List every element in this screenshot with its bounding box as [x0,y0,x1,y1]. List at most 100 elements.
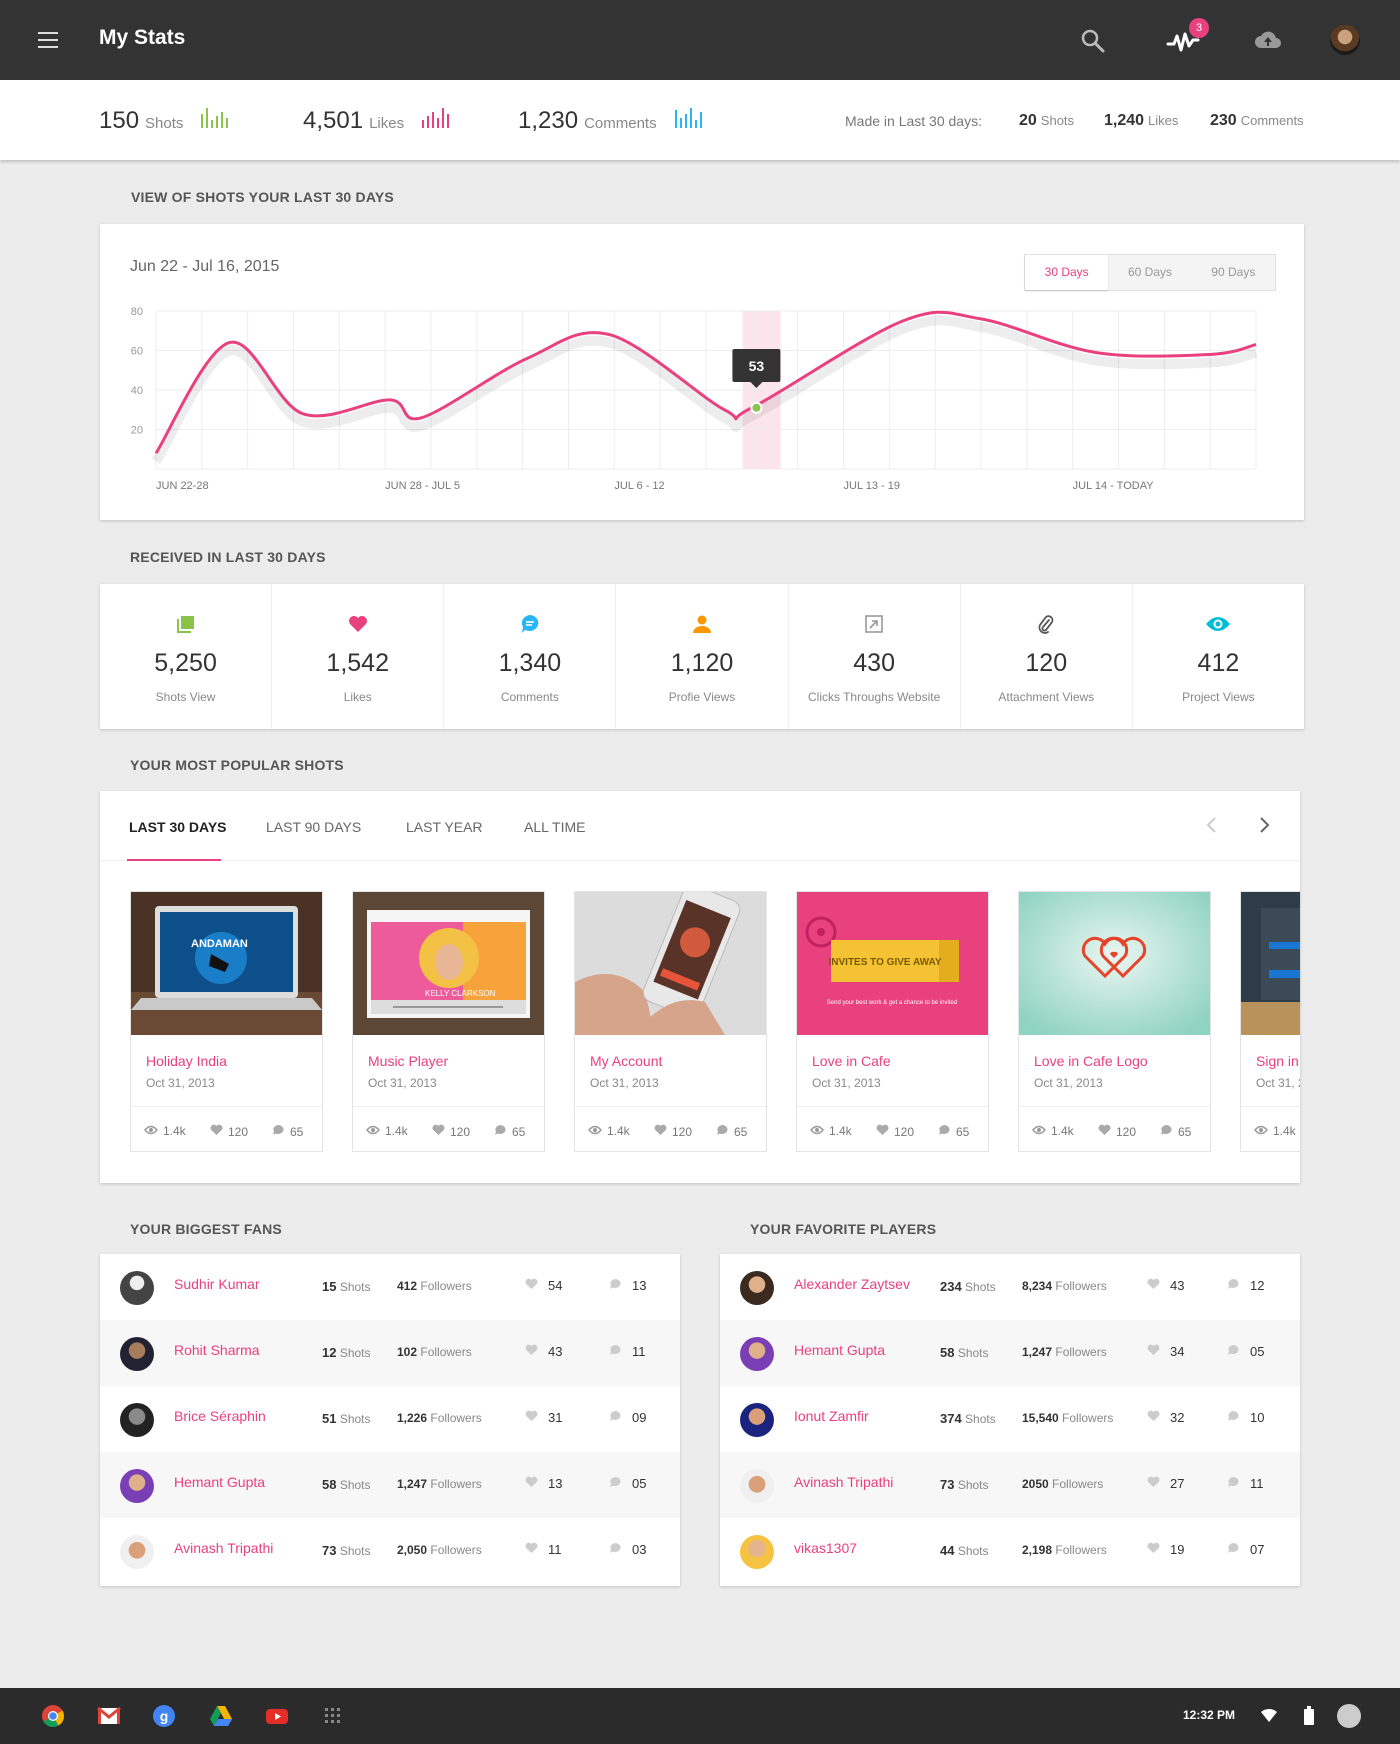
user-avatar[interactable] [1330,25,1360,55]
followers-count: 412 Followers [397,1279,472,1293]
google-search-icon[interactable]: g [152,1704,176,1728]
shot-title[interactable]: Music Player [368,1053,448,1069]
apps-grid-icon[interactable] [321,1704,345,1728]
list-item[interactable]: Alexander Zaytsev 234 Shots 8,234 Follower… [720,1254,1300,1320]
heart-icon [1147,1410,1160,1425]
shot-card[interactable]: Sign in Oct 31, 2013 1.4k12065 [1240,891,1300,1152]
user-name[interactable]: Avinash Tripathi [174,1540,273,1556]
avatar[interactable] [740,1403,774,1437]
fans-section-title: YOUR BIGGEST FANS [130,1221,282,1237]
user-name[interactable]: Avinash Tripathi [794,1474,893,1490]
comment-icon [609,1278,622,1293]
avatar[interactable] [120,1469,154,1503]
shots-count: 51 Shots [322,1411,371,1426]
list-item[interactable]: Ionut Zamfir 374 Shots 15,540 Followers 32 1… [720,1386,1300,1452]
avatar[interactable] [120,1271,154,1305]
tab-last-30-days[interactable]: LAST 30 DAYS [129,819,227,835]
shot-thumbnail[interactable] [1019,892,1210,1035]
x-tick-label: JUL 6 - 12 [614,480,664,492]
shot-title[interactable]: Holiday India [146,1053,227,1069]
chevron-right-icon[interactable] [1254,815,1274,835]
gmail-icon[interactable] [97,1704,121,1728]
comments-value: 10 [1250,1410,1265,1425]
summary-shots: 150 Shots [99,107,229,135]
list-item[interactable]: Hemant Gupta 58 Shots 1,247 Followers 34 05 [720,1320,1300,1386]
shot-title[interactable]: Love in Cafe [812,1053,891,1069]
shot-card[interactable]: KELLY CLARKSON Music Player Oct 31, 2013 1.… [352,891,545,1152]
shot-title[interactable]: Love in Cafe Logo [1034,1053,1148,1069]
likes-value: 54 [548,1278,563,1293]
user-name[interactable]: Sudhir Kumar [174,1276,260,1292]
youtube-icon[interactable] [265,1704,289,1728]
shot-views: 1.4k [366,1124,408,1138]
eye-icon [1254,1124,1268,1138]
avatar[interactable] [740,1469,774,1503]
user-name[interactable]: Alexander Zaytsev [794,1276,910,1292]
user-name[interactable]: Ionut Zamfir [794,1408,869,1424]
clock-time[interactable]: 12:32 PM [1183,1708,1235,1722]
attachment-icon [961,612,1132,636]
shot-thumbnail[interactable] [575,884,766,1035]
shot-title[interactable]: Sign in [1256,1053,1299,1069]
gallery-icon [100,612,271,636]
drive-icon[interactable] [209,1704,233,1728]
shot-card[interactable]: Love in Cafe Logo Oct 31, 2013 1.4k 120 65 [1018,891,1211,1152]
received-label: Shots View [155,690,216,704]
list-item[interactable]: Rohit Sharma 12 Shots 102 Followers 43 11 [100,1320,680,1386]
shot-thumbnail[interactable] [1241,892,1300,1035]
shot-title[interactable]: My Account [590,1053,662,1069]
made-comments-label: Comments [1240,113,1304,128]
received-value: 1,542 [326,649,389,677]
avatar[interactable] [120,1535,154,1569]
shot-card[interactable]: My Account Oct 31, 2013 1.4k 120 65 [574,884,767,1152]
avatar[interactable] [740,1535,774,1569]
account-status-avatar[interactable] [1337,1704,1361,1728]
user-name[interactable]: Hemant Gupta [174,1474,265,1490]
comments-value: 03 [632,1542,647,1557]
shot-thumbnail[interactable]: INVITES TO GIVE AWAY Send your best work … [797,892,988,1035]
heart-icon [432,1124,445,1139]
chevron-left-icon[interactable] [1202,815,1222,835]
wifi-icon[interactable] [1260,1706,1278,1724]
tab-last-year[interactable]: LAST YEAR [406,819,483,835]
shot-thumbnail[interactable]: KELLY CLARKSON [353,892,544,1035]
data-point-highlight[interactable] [750,401,763,414]
shots-count: 58 Shots [322,1477,371,1492]
user-name[interactable]: Brice Séraphin [174,1408,266,1424]
summary-comments: 1,230 Comments [518,107,702,135]
cloud-upload-icon[interactable] [1253,28,1283,52]
list-item[interactable]: Avinash Tripathi 73 Shots 2,050 Followers 1… [100,1518,680,1584]
comments-value: 11 [1250,1476,1264,1491]
notification-badge[interactable]: 3 [1189,18,1209,38]
shot-card[interactable]: INVITES TO GIVE AWAY Send your best work … [796,891,989,1152]
user-name[interactable]: Hemant Gupta [794,1342,885,1358]
views-count: 1.4k [829,1124,852,1138]
comments-stat: 10 [1227,1410,1264,1425]
battery-icon[interactable] [1303,1706,1315,1726]
shot-comments: 65 [716,1124,747,1139]
tab-last-90-days[interactable]: LAST 90 DAYS [266,819,361,835]
search-icon[interactable] [1080,28,1106,54]
tab-all-time[interactable]: ALL TIME [524,819,585,835]
avatar[interactable] [120,1337,154,1371]
avatar[interactable] [120,1403,154,1437]
views-line-chart: 20 40 60 80 JUN 22-28 JUN 28 - JUL 5 JUL 6 - 1… [131,306,1258,492]
menu-icon[interactable] [38,32,58,48]
person-icon [616,612,787,636]
avatar[interactable] [740,1337,774,1371]
shot-thumbnail[interactable]: ANDAMAN [131,892,322,1035]
shot-views: 1.4k [588,1124,630,1138]
shot-card[interactable]: ANDAMAN Holiday India Oct 31, 2013 1.4k 120 6… [130,891,323,1152]
comments-value: 13 [632,1278,647,1293]
user-name[interactable]: vikas1307 [794,1540,857,1556]
comments-count: 65 [290,1124,304,1139]
list-item[interactable]: vikas1307 44 Shots 2,198 Followers 19 07 [720,1518,1300,1584]
received-value: 1,340 [498,649,562,677]
list-item[interactable]: Brice Séraphin 51 Shots 1,226 Followers 31 0… [100,1386,680,1452]
avatar[interactable] [740,1271,774,1305]
user-name[interactable]: Rohit Sharma [174,1342,260,1358]
chrome-icon[interactable] [41,1704,65,1728]
list-item[interactable]: Hemant Gupta 58 Shots 1,247 Followers 13 05 [100,1452,680,1518]
list-item[interactable]: Avinash Tripathi 73 Shots 2050 Followers 27… [720,1452,1300,1518]
list-item[interactable]: Sudhir Kumar 15 Shots 412 Followers 54 13 [100,1254,680,1320]
